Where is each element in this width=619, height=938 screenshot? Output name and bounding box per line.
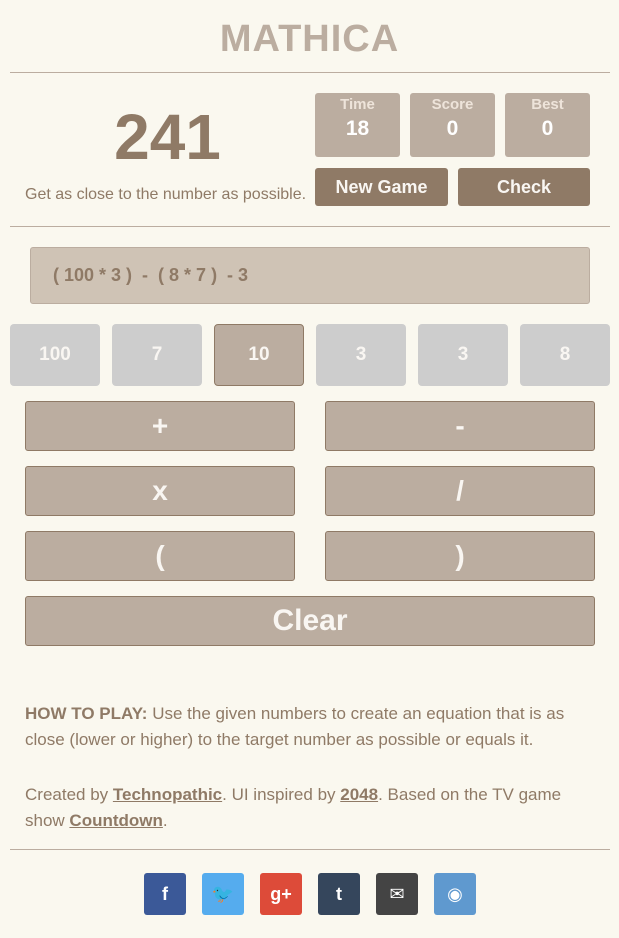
credits-text: Created by: [25, 785, 113, 804]
minus-button[interactable]: -: [325, 401, 595, 451]
time-box: Time 18: [315, 93, 400, 157]
plus-button[interactable]: +: [25, 401, 295, 451]
score-label: Score: [431, 96, 474, 113]
number-tile[interactable]: 10: [214, 324, 304, 386]
reddit-icon[interactable]: ◉: [434, 873, 476, 915]
twitter-icon[interactable]: 🐦: [202, 873, 244, 915]
number-tile[interactable]: 100: [10, 324, 100, 386]
section-divider: [10, 226, 610, 227]
target-number: 241: [114, 101, 221, 173]
number-tile[interactable]: 7: [112, 324, 202, 386]
how-to-play: HOW TO PLAY: Use the given numbers to cr…: [25, 701, 595, 753]
credits: Created by Technopathic. UI inspired by …: [25, 782, 595, 834]
inspiration-link[interactable]: 2048: [340, 785, 378, 804]
best-box: Best 0: [505, 93, 590, 157]
email-icon[interactable]: ✉: [376, 873, 418, 915]
number-tile[interactable]: 3: [418, 324, 508, 386]
number-tile[interactable]: 3: [316, 324, 406, 386]
number-tile[interactable]: 8: [520, 324, 610, 386]
check-button[interactable]: Check: [458, 168, 590, 206]
time-label: Time: [340, 96, 375, 113]
score-box: Score 0: [410, 93, 495, 157]
best-label: Best: [531, 96, 564, 113]
show-link[interactable]: Countdown: [69, 811, 162, 830]
new-game-button[interactable]: New Game: [315, 168, 448, 206]
divide-button[interactable]: /: [325, 466, 595, 516]
clear-button[interactable]: Clear: [25, 596, 595, 646]
credits-text: .: [162, 811, 168, 830]
google-plus-icon[interactable]: g+: [260, 873, 302, 915]
footer-divider: [10, 849, 610, 850]
header-divider: [10, 72, 610, 73]
open-paren-button[interactable]: (: [25, 531, 295, 581]
tumblr-icon[interactable]: t: [318, 873, 360, 915]
close-paren-button[interactable]: ): [325, 531, 595, 581]
author-link[interactable]: Technopathic: [113, 785, 222, 804]
app-title: MATHICA: [219, 18, 400, 60]
target-hint: Get as close to the number as possible.: [25, 186, 307, 203]
how-to-play-heading: HOW TO PLAY:: [25, 704, 148, 723]
credits-text: . UI inspired by: [222, 785, 341, 804]
time-value: 18: [345, 117, 370, 140]
multiply-button[interactable]: x: [25, 466, 295, 516]
facebook-icon[interactable]: f: [144, 873, 186, 915]
best-value: 0: [541, 117, 554, 140]
expression-display: ( 100 * 3 ) - ( 8 * 7 ) - 3: [30, 247, 590, 304]
score-value: 0: [446, 117, 459, 140]
